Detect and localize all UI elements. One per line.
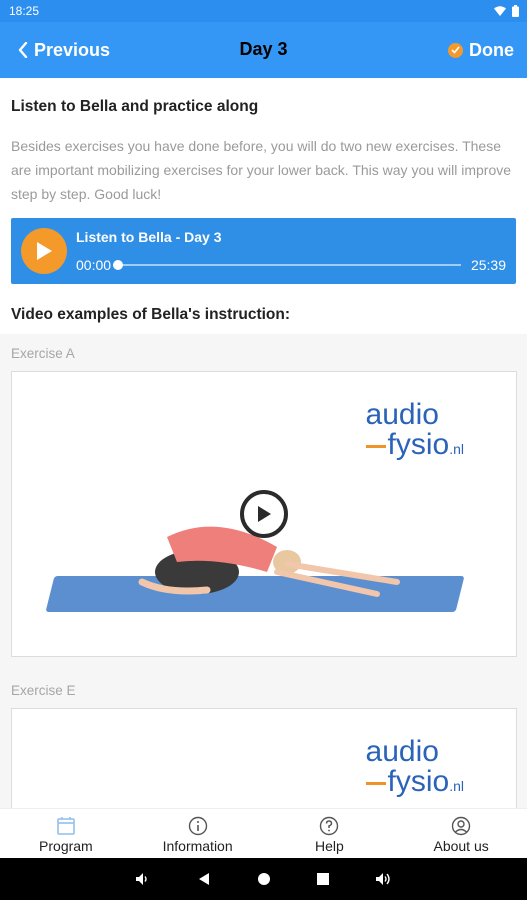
info-icon bbox=[188, 816, 207, 836]
app-screen: 18:25 Previous Done Day 3 Listen to Bell… bbox=[0, 0, 527, 900]
audio-player: Listen to Bella - Day 3 00:00 25:39 bbox=[11, 218, 516, 284]
volume-down-icon[interactable] bbox=[135, 872, 151, 886]
back-icon[interactable] bbox=[197, 872, 211, 886]
audio-title: Listen to Bella - Day 3 bbox=[76, 229, 222, 245]
done-label: Done bbox=[469, 39, 514, 60]
previous-label: Previous bbox=[34, 39, 111, 60]
tab-information[interactable]: Information bbox=[132, 809, 264, 858]
home-icon[interactable] bbox=[257, 872, 271, 886]
audio-player-body: Listen to Bella - Day 3 00:00 25:39 bbox=[76, 229, 506, 273]
audiofysio-logo: audio fysio.nl bbox=[365, 398, 464, 461]
person-icon bbox=[451, 816, 471, 836]
video-section-heading: Video examples of Bella's instruction: bbox=[11, 306, 291, 323]
status-time: 18:25 bbox=[9, 4, 40, 18]
battery-icon bbox=[512, 5, 519, 17]
intro-section: Listen to Bella and practice along Besid… bbox=[0, 78, 527, 334]
tab-program[interactable]: Program bbox=[0, 809, 132, 858]
tab-help[interactable]: Help bbox=[264, 809, 396, 858]
tab-about-us[interactable]: About us bbox=[395, 809, 527, 858]
previous-button[interactable]: Previous bbox=[18, 40, 110, 61]
intro-description: Besides exercises you have done before, … bbox=[11, 138, 512, 202]
system-navigation-bar bbox=[0, 858, 527, 900]
audio-seek-thumb[interactable] bbox=[113, 260, 124, 270]
audio-seek-bar[interactable] bbox=[113, 260, 461, 270]
volume-up-icon[interactable] bbox=[375, 872, 393, 886]
status-bar: 18:25 bbox=[0, 0, 527, 22]
audio-duration: 25:39 bbox=[470, 257, 506, 273]
status-icons bbox=[494, 5, 519, 17]
audio-progress-row: 00:00 25:39 bbox=[76, 257, 506, 273]
intro-heading: Listen to Bella and practice along bbox=[11, 98, 259, 115]
exercise-label: Exercise A bbox=[11, 346, 75, 361]
help-icon bbox=[320, 816, 339, 836]
video-play-button[interactable] bbox=[240, 490, 288, 538]
exercise-video[interactable]: audio fysio.nl bbox=[11, 371, 517, 657]
tab-label: Program bbox=[39, 838, 93, 854]
audiofysio-logo: audio fysio.nl bbox=[365, 735, 464, 798]
exercise-label: Exercise E bbox=[11, 683, 76, 698]
top-nav-bar: Previous Done bbox=[0, 22, 527, 78]
calendar-icon bbox=[56, 817, 75, 835]
check-icon bbox=[448, 42, 463, 58]
exercise-video[interactable]: audio fysio.nl bbox=[11, 708, 517, 808]
main-content[interactable]: Listen to Bella and practice along Besid… bbox=[0, 78, 527, 808]
tab-label: Help bbox=[314, 838, 344, 854]
recents-icon[interactable] bbox=[316, 873, 329, 885]
chevron-left-icon bbox=[18, 42, 28, 58]
audio-play-button[interactable] bbox=[21, 228, 67, 274]
wifi-icon bbox=[494, 6, 506, 16]
play-icon bbox=[258, 506, 271, 522]
tab-label: Information bbox=[162, 838, 233, 854]
done-button[interactable]: Done bbox=[448, 40, 514, 61]
tab-label: About us bbox=[433, 838, 489, 854]
audio-current-time: 00:00 bbox=[76, 257, 112, 273]
play-icon bbox=[37, 242, 52, 260]
video-list: Exercise A audio fysio.nl Exercise E aud… bbox=[0, 334, 527, 808]
bottom-tab-bar: Program Information Help About us bbox=[0, 808, 527, 858]
